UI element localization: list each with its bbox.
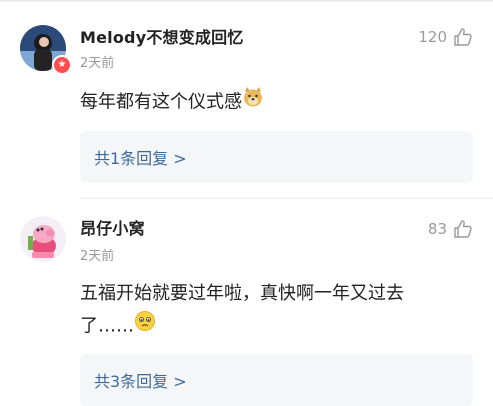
verified-badge-icon: ★ xyxy=(52,55,72,75)
doge-emoji-icon xyxy=(242,86,264,119)
reply-box[interactable]: 共3条回复 > xyxy=(80,354,473,406)
comment-text: 每年都有这个仪式感 xyxy=(80,86,480,119)
username[interactable]: Melody不想变成回忆 xyxy=(80,24,244,48)
comment-text-line-1: 五福开始就要过年啦，真快啊一年又过去 xyxy=(80,283,404,304)
like-count: 83 xyxy=(427,220,447,238)
worried-face-emoji-icon xyxy=(134,310,156,343)
username[interactable]: 昂仔小窝 xyxy=(80,215,145,239)
comment-text-line-2-body: 了…… xyxy=(80,315,134,337)
timestamp: 2天前 xyxy=(80,249,115,264)
like-button[interactable]: 83 xyxy=(428,219,473,239)
thumbs-up-icon xyxy=(454,220,472,238)
comment-text: 五福开始就要过年啦，真快啊一年又过去 了…… xyxy=(80,278,480,343)
timestamp: 2天前 xyxy=(80,56,115,71)
like-button[interactable]: 120 xyxy=(418,27,473,47)
comment-text-line-2: 了…… xyxy=(80,310,480,343)
like-count: 120 xyxy=(418,28,447,46)
view-replies-link[interactable]: 共3条回复 > xyxy=(94,368,187,392)
comment-item: ★ Melody不想变成回忆 2天前 120 每年都有这个仪式感 共1条回复 > xyxy=(0,0,493,200)
comment-text-body: 每年都有这个仪式感 xyxy=(80,91,242,113)
view-replies-link[interactable]: 共1条回复 > xyxy=(94,145,187,169)
comment-divider xyxy=(80,198,493,199)
comment-item: 昂仔小窝 2天前 83 五福开始就要过年啦，真快啊一年又过去 了…… 共3条回复… xyxy=(0,200,493,406)
thumbs-up-icon xyxy=(454,28,472,46)
avatar[interactable] xyxy=(20,216,66,262)
reply-box[interactable]: 共1条回复 > xyxy=(80,131,473,183)
